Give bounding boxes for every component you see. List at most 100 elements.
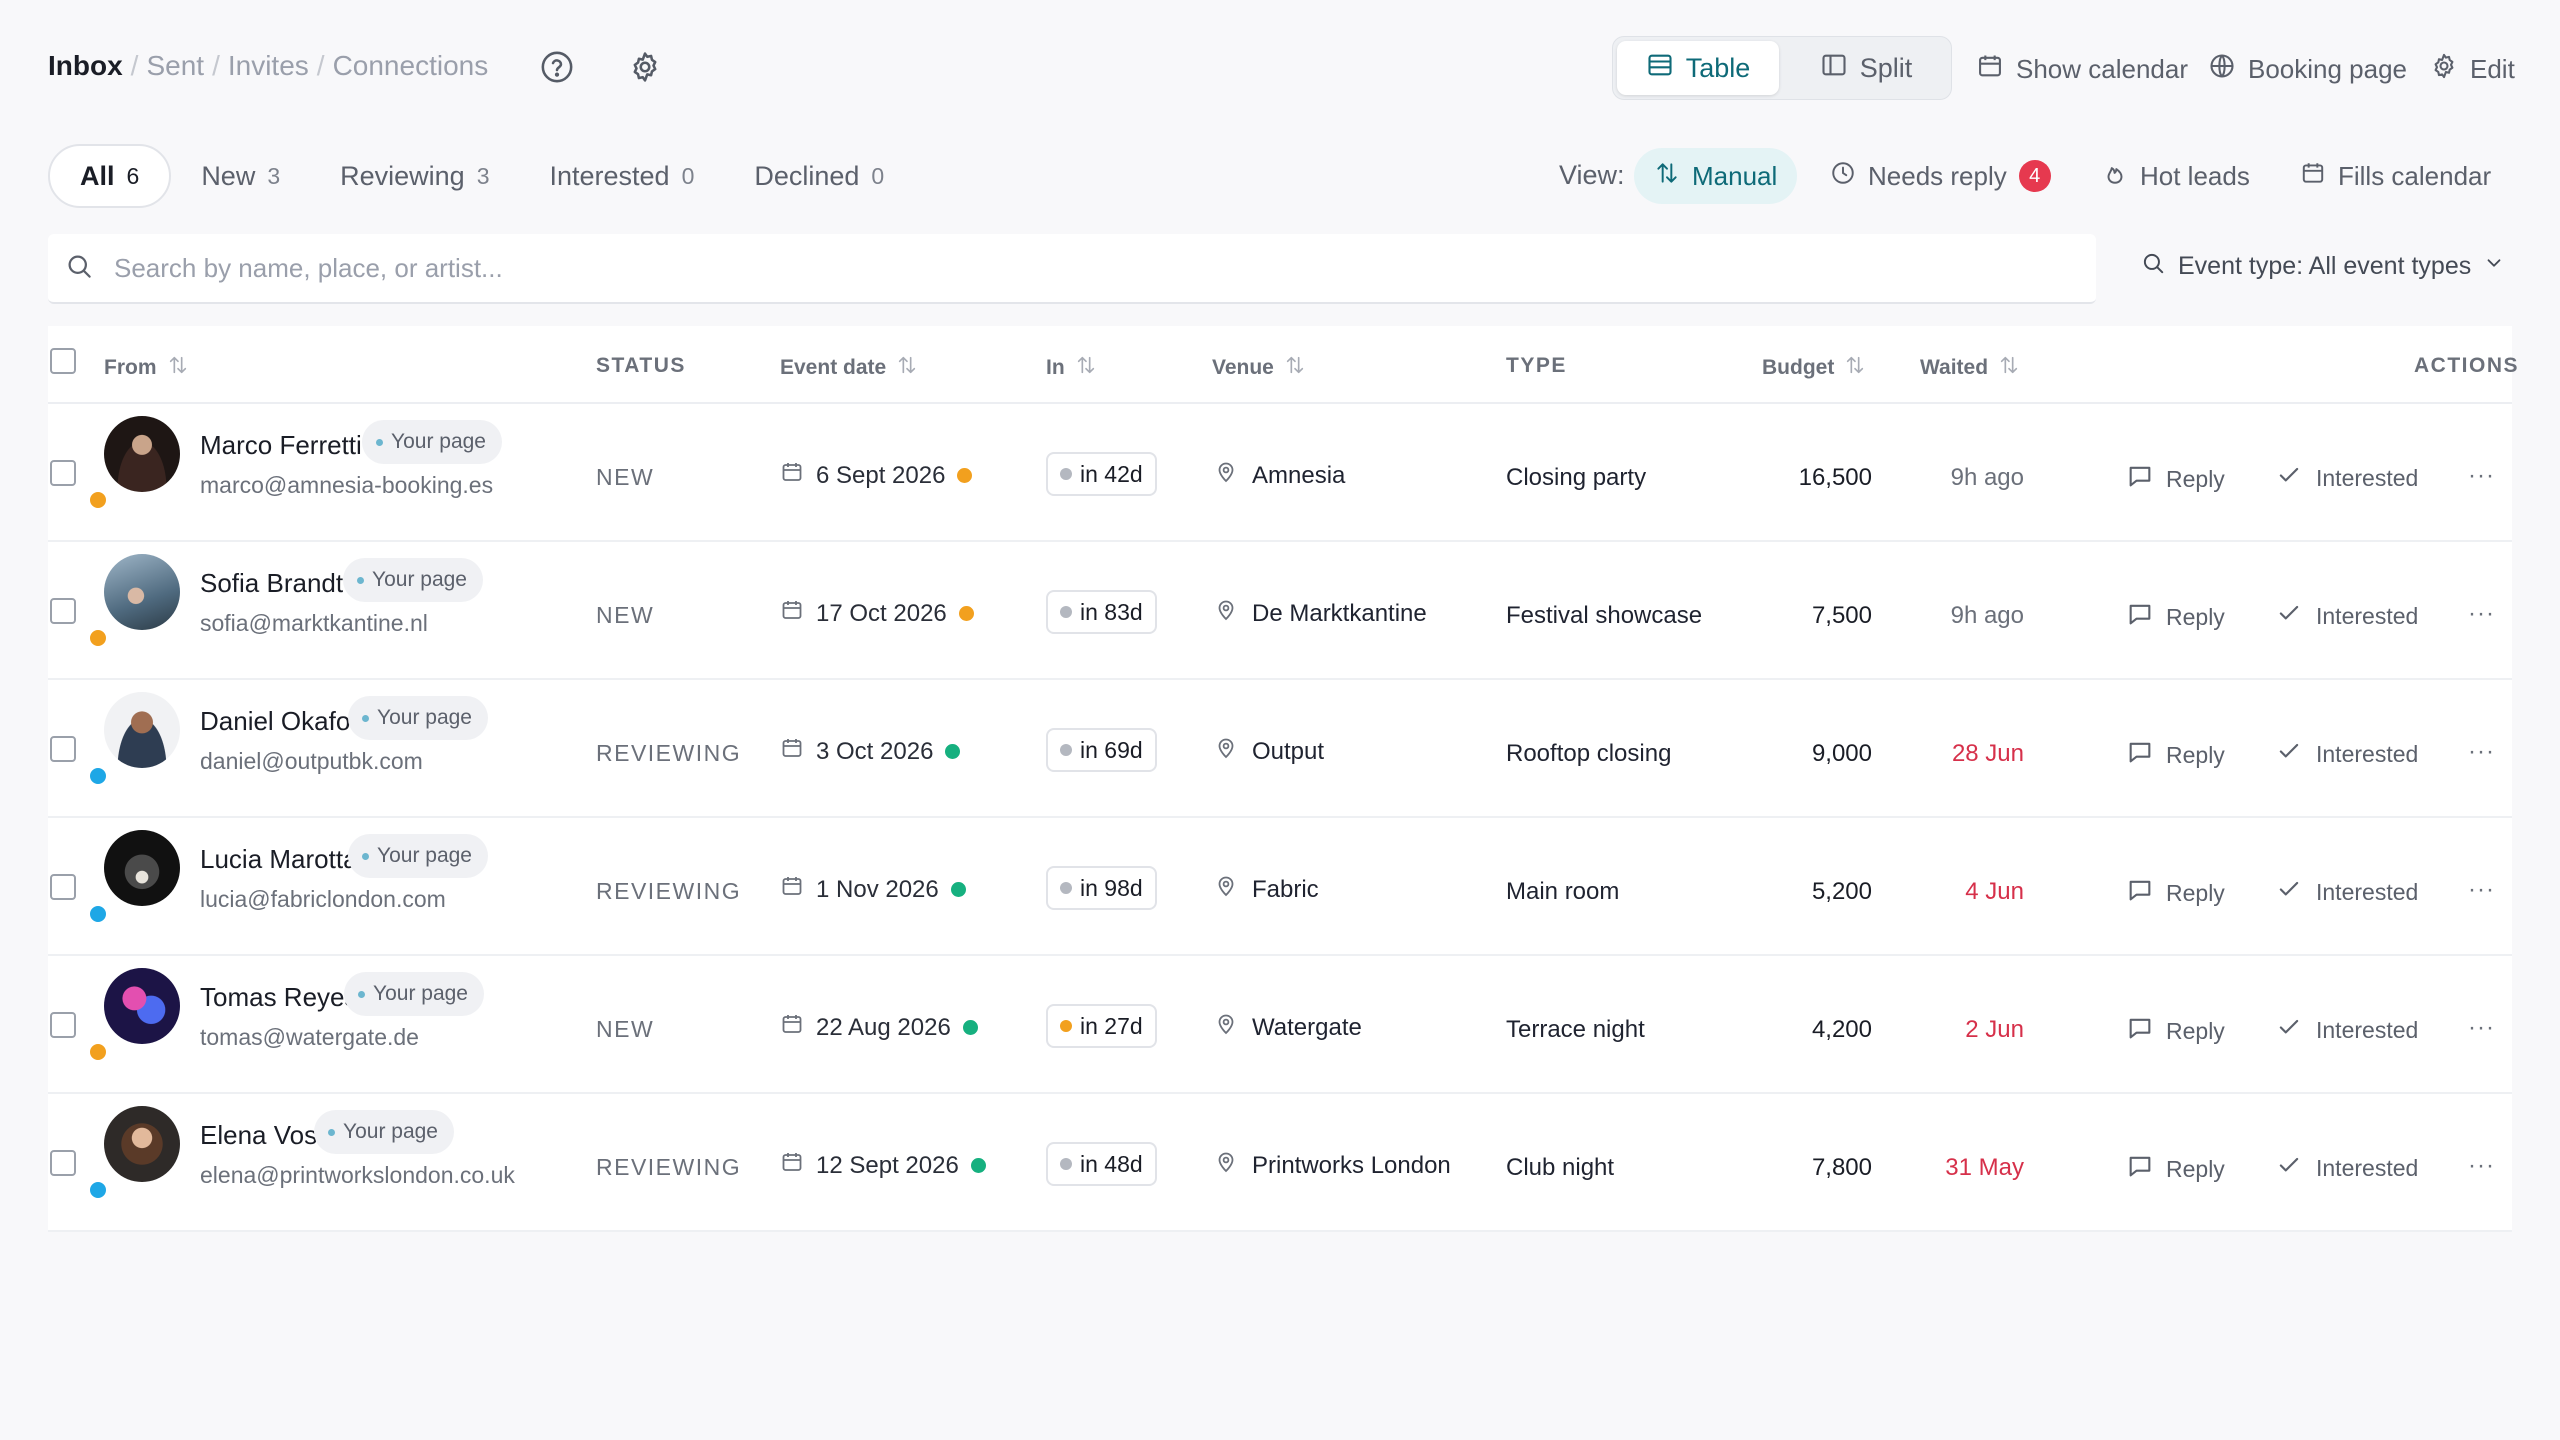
more-actions-button[interactable]: ··· [2468,876,2495,904]
row-checkbox[interactable] [50,736,76,762]
map-pin-icon [1214,460,1238,491]
more-actions-button[interactable]: ··· [2468,1014,2495,1042]
tab-interested[interactable]: Interested 0 [519,144,724,208]
calendar-icon [780,874,804,905]
event-date-text: 17 Oct 2026 [816,599,947,627]
event-date: 6 Sept 2026 [780,460,973,491]
more-actions-button[interactable]: ··· [2468,462,2495,490]
interested-label: Interested [2316,740,2419,767]
row-checkbox[interactable] [50,598,76,624]
interested-label: Interested [2316,602,2419,629]
interested-label: Interested [2316,1154,2419,1181]
view-needs-reply-label: Needs reply [1868,160,2007,191]
reply-button[interactable]: Reply [2126,462,2225,496]
view-needs-reply-chip[interactable]: Needs reply 4 [1810,148,2071,204]
your-page-label: Your page [377,706,472,729]
event-type: Main room [1506,878,1620,905]
table-row[interactable]: Elena Voss Your page elena@printworkslon… [48,1094,2512,1232]
map-pin-icon [1214,874,1238,905]
view-hot-leads-chip[interactable]: Hot leads [2082,148,2270,204]
avatar [104,1106,180,1182]
days-until-dot [1060,468,1072,480]
more-actions-button[interactable]: ··· [2468,738,2495,766]
date-status-dot [945,744,961,759]
breadcrumb-inbox[interactable]: Inbox [48,50,123,82]
table-view-label: Table [1685,52,1751,83]
edit-label: Edit [2470,54,2515,84]
breadcrumb-sent[interactable]: Sent [146,50,204,82]
sender-name: Elena Voss [200,1120,331,1150]
your-page-label: Your page [377,844,472,867]
waited-time: 2 Jun [1965,1016,2024,1043]
reply-label: Reply [2166,465,2225,492]
split-view-label: Split [1859,52,1913,83]
interested-button[interactable]: Interested [2276,600,2418,632]
reply-button[interactable]: Reply [2126,876,2225,910]
column-label: TYPE [1506,354,1567,377]
column-from[interactable]: From [104,354,189,382]
select-all-checkbox[interactable] [50,348,76,374]
interested-button[interactable]: Interested [2276,738,2418,770]
row-checkbox[interactable] [50,874,76,900]
show-calendar-button[interactable]: Show calendar [1976,52,2188,87]
days-until-text: in 69d [1080,736,1143,763]
column-venue[interactable]: Venue [1212,354,1306,382]
more-actions-button[interactable]: ··· [2468,1152,2495,1180]
tab-count: 3 [267,162,281,189]
reply-button[interactable]: Reply [2126,1152,2225,1186]
tab-reviewing[interactable]: Reviewing 3 [310,144,519,208]
days-until-pill: in 48d [1046,1142,1157,1186]
view-hot-leads-label: Hot leads [2140,160,2250,191]
date-status-dot [958,606,974,621]
view-fills-calendar-chip[interactable]: Fills calendar [2280,148,2511,204]
row-checkbox[interactable] [50,1150,76,1176]
breadcrumb-connections[interactable]: Connections [333,50,489,82]
table-row[interactable]: Tomas Reyes Your page tomas@watergate.de… [48,956,2512,1094]
table-row[interactable]: Marco Ferretti Your page marco@amnesia-b… [48,404,2512,542]
message-icon [2126,600,2154,634]
booking-page-label: Booking page [2248,54,2408,84]
column-label: STATUS [596,354,686,377]
search-input[interactable] [114,252,2014,284]
reply-label: Reply [2166,1155,2225,1182]
row-checkbox[interactable] [50,1012,76,1038]
column-waited[interactable]: Waited [1920,354,2020,382]
help-icon[interactable] [540,50,574,84]
event-type-filter[interactable]: Event type: All event types [2140,250,2505,283]
reply-button[interactable]: Reply [2126,600,2225,634]
breadcrumb-invites[interactable]: Invites [228,50,309,82]
venue-name: De Marktkantine [1252,599,1427,627]
column-in[interactable]: In [1046,354,1097,382]
calendar-icon [780,598,804,629]
table-row[interactable]: Sofia Brandt Your page sofia@marktkantin… [48,542,2512,680]
interested-button[interactable]: Interested [2276,1152,2418,1184]
split-view-button[interactable]: Split [1785,41,1947,95]
booking-page-button[interactable]: Booking page [2208,52,2407,87]
column-label: From [104,356,157,379]
edit-button[interactable]: Edit [2430,52,2515,87]
interested-button[interactable]: Interested [2276,1014,2418,1046]
tab-label: Reviewing [340,160,465,191]
tab-new[interactable]: New 3 [171,144,310,208]
table-view-button[interactable]: Table [1617,41,1779,95]
status-tabs: All 6 New 3 Reviewing 3 Interested 0 Decline… [48,144,914,208]
more-actions-button[interactable]: ··· [2468,600,2495,628]
event-date: 17 Oct 2026 [780,598,974,629]
row-checkbox[interactable] [50,460,76,486]
column-event-date[interactable]: Event date [780,354,918,382]
reply-button[interactable]: Reply [2126,1014,2225,1048]
check-icon [2276,738,2302,770]
event-date-text: 1 Nov 2026 [816,875,939,903]
tab-declined[interactable]: Declined 0 [724,144,914,208]
table-row[interactable]: Lucia Marotta Your page lucia@fabriclond… [48,818,2512,956]
needs-reply-count-badge: 4 [2018,160,2051,192]
tab-all[interactable]: All 6 [48,144,172,208]
tab-count: 0 [871,162,885,189]
column-budget[interactable]: Budget [1762,354,1866,382]
table-row[interactable]: Daniel Okafor Your page daniel@outputbk.… [48,680,2512,818]
interested-button[interactable]: Interested [2276,462,2418,494]
settings-icon[interactable] [628,50,662,84]
interested-button[interactable]: Interested [2276,876,2418,908]
reply-button[interactable]: Reply [2126,738,2225,772]
view-manual-chip[interactable]: Manual [1634,148,1798,204]
